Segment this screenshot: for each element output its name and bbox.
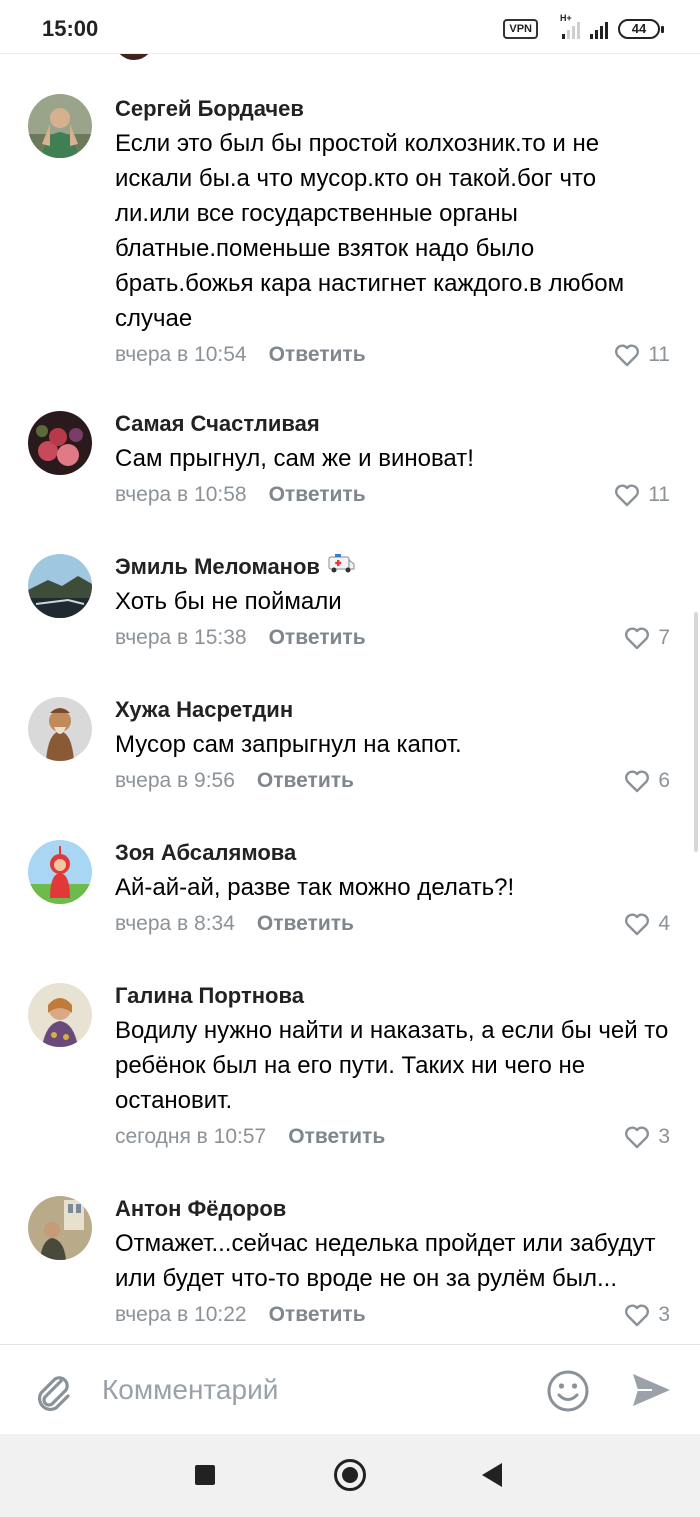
- home-icon[interactable]: [334, 1459, 366, 1491]
- like-button[interactable]: 7: [624, 621, 670, 655]
- network-type-label: H+: [560, 13, 572, 23]
- vpn-icon: VPN: [503, 19, 538, 39]
- comment-meta: вчера в 15:38 Ответить 7: [115, 621, 670, 655]
- comment-author[interactable]: Хужа Насретдин: [115, 695, 670, 725]
- like-count: 4: [658, 912, 670, 935]
- scrollbar[interactable]: [694, 612, 698, 852]
- reply-button[interactable]: Ответить: [269, 343, 366, 367]
- paperclip-icon[interactable]: [30, 1367, 76, 1413]
- avatar[interactable]: [28, 411, 92, 475]
- heart-icon: [614, 343, 640, 367]
- comment-text: Отмажет...сейчас неделька пройдет или за…: [115, 1230, 656, 1292]
- like-button[interactable]: 6: [624, 764, 670, 798]
- comment-date: вчера в 10:58: [115, 483, 247, 506]
- comment-date: вчера в 8:34: [115, 912, 235, 935]
- status-time: 15:00: [42, 16, 99, 41]
- comment-meta: вчера в 8:34 Ответить 4: [115, 907, 670, 941]
- comment-meta: вчера в 10:22 Ответить 3: [115, 1298, 670, 1332]
- comment-meta: сегодня в 10:57 Ответить 3: [115, 1120, 670, 1154]
- comment-author[interactable]: Зоя Абсалямова: [115, 838, 670, 868]
- comment-date: сегодня в 10:57: [115, 1125, 267, 1148]
- comment-date: вчера в 15:38: [115, 626, 247, 649]
- comment-date: вчера в 10:22: [115, 1303, 247, 1326]
- comment-date: вчера в 9:56: [115, 769, 235, 792]
- avatar[interactable]: [28, 554, 92, 618]
- avatar[interactable]: [28, 94, 92, 158]
- system-nav-bar: [0, 1434, 700, 1517]
- ambulance-icon: [328, 552, 356, 582]
- avatar[interactable]: [28, 983, 92, 1047]
- status-bar: 15:00 VPN H+ 44: [0, 0, 700, 54]
- reply-button[interactable]: Ответить: [257, 769, 354, 793]
- comment-date: вчера в 10:54: [115, 343, 247, 366]
- like-button[interactable]: 3: [624, 1120, 670, 1154]
- comment-text: Ай-ай-ай, разве так можно делать?!: [115, 874, 515, 901]
- like-button[interactable]: 11: [614, 478, 670, 512]
- heart-icon: [624, 1125, 650, 1149]
- like-button[interactable]: 3: [624, 1298, 670, 1332]
- comment-text: Водилу нужно найти и наказать, а если бы…: [115, 1017, 669, 1114]
- comment-author[interactable]: Самая Счастливая: [115, 409, 670, 439]
- recent-apps-icon[interactable]: [195, 1465, 215, 1485]
- comment-composer: [0, 1344, 700, 1434]
- comment-meta: вчера в 9:56 Ответить 6: [115, 764, 670, 798]
- comment-author[interactable]: Сергей Бордачев: [115, 94, 670, 124]
- comment-text: Мусор сам запрыгнул на капот.: [115, 731, 462, 758]
- reply-button[interactable]: Ответить: [269, 626, 366, 650]
- like-count: 3: [658, 1125, 670, 1148]
- like-count: 3: [658, 1303, 670, 1326]
- heart-icon: [614, 483, 640, 507]
- emoji-icon[interactable]: [546, 1369, 590, 1413]
- signal-strength-icon: [590, 19, 608, 39]
- back-icon[interactable]: [482, 1463, 502, 1487]
- mobile-signal-icon: H+: [560, 13, 580, 39]
- heart-icon: [624, 1303, 650, 1327]
- comment-meta: вчера в 10:54 Ответить 11: [115, 338, 670, 372]
- heart-icon: [624, 769, 650, 793]
- heart-icon: [624, 626, 650, 650]
- heart-icon: [624, 912, 650, 936]
- like-button[interactable]: 11: [614, 338, 670, 372]
- comment-text: Сам прыгнул, сам же и виноват!: [115, 445, 474, 472]
- reply-button[interactable]: Ответить: [269, 1303, 366, 1327]
- avatar[interactable]: [28, 840, 92, 904]
- comment-author[interactable]: Эмиль Меломанов: [115, 552, 670, 582]
- like-count: 11: [648, 343, 670, 366]
- like-button[interactable]: 4: [624, 907, 670, 941]
- comment-text: Если это был бы простой колхозник.то и н…: [115, 130, 625, 332]
- status-icons: VPN H+ 44: [503, 13, 664, 40]
- comments-list[interactable]: Сергей Бордачев Если это был бы простой …: [0, 54, 700, 1344]
- avatar[interactable]: [28, 697, 92, 761]
- comment-text: Хоть бы не поймали: [115, 588, 342, 615]
- reply-button[interactable]: Ответить: [269, 483, 366, 507]
- send-icon[interactable]: [630, 1369, 672, 1411]
- comment-author[interactable]: Антон Фёдоров: [115, 1194, 670, 1224]
- avatar[interactable]: [28, 1196, 92, 1260]
- comment-author[interactable]: Галина Портнова: [115, 981, 670, 1011]
- like-count: 7: [658, 626, 670, 649]
- comment-meta: вчера в 10:58 Ответить 11: [115, 478, 670, 512]
- comment-input[interactable]: [102, 1363, 522, 1417]
- reply-button[interactable]: Ответить: [288, 1125, 385, 1149]
- like-count: 6: [658, 769, 670, 792]
- like-count: 11: [648, 483, 670, 506]
- reply-button[interactable]: Ответить: [257, 912, 354, 936]
- battery-icon: 44: [618, 19, 664, 39]
